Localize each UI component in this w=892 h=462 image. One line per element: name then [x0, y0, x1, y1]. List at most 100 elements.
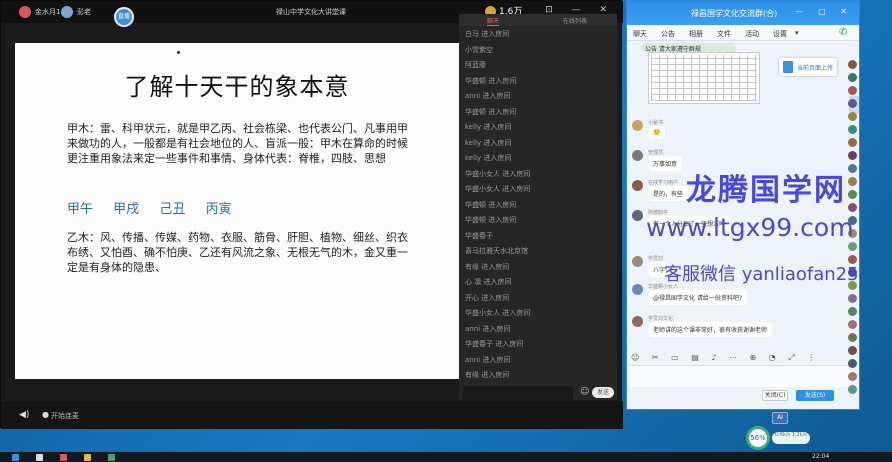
- microphone-icon[interactable]: ●: [42, 410, 49, 419]
- ganzhi-item: 丙寅: [205, 202, 232, 217]
- qq-tab-chat[interactable]: 聊天: [633, 29, 647, 39]
- chat-message: 阿蓝藤: [465, 61, 486, 69]
- chat-message: kelly 进入房间: [465, 138, 512, 147]
- chat-message: 白马 进入房间: [465, 30, 510, 38]
- qq-input-toolbar[interactable]: ☺ ✂ ▭ ▤ ♪ ⋯ ⊕ ◔ ⤢ ⋮: [631, 353, 857, 365]
- live-center-avatar[interactable]: 直播: [114, 7, 134, 27]
- member-avatar[interactable]: [848, 164, 857, 173]
- message-bubble[interactable]: 🙂: [648, 126, 666, 139]
- live-bottom-bar: ◀) ● 开始连麦: [1, 401, 623, 429]
- chat-send-button[interactable]: 发送: [592, 387, 614, 398]
- mic-connect-label[interactable]: 开始连麦: [51, 411, 79, 421]
- qq-tab-settings[interactable]: 设置: [773, 29, 787, 39]
- tab-chat[interactable]: 聊天: [487, 16, 500, 26]
- ai-button[interactable]: AI: [772, 412, 788, 424]
- host-avatar-2[interactable]: [61, 6, 73, 18]
- qq-tab-activity[interactable]: 活动: [745, 29, 759, 39]
- member-avatar[interactable]: [848, 138, 857, 147]
- qq-window-controls[interactable]: — ▢ ✕: [796, 7, 853, 16]
- member-avatar[interactable]: [848, 242, 857, 251]
- qq-send-button[interactable]: 发送(S): [796, 390, 834, 401]
- network-speed-pill: 0.6k/s 1.2k/s: [772, 432, 810, 444]
- chat-message: 开心 进入房间: [465, 293, 510, 302]
- chat-message: 喜马拉雅天水北京馆: [465, 247, 528, 255]
- tab-online-list[interactable]: 在线列表: [563, 16, 587, 25]
- watermark-url: www.ltgx99.com: [646, 213, 854, 242]
- announcement-pill[interactable]: 公告 请大家遵守群规: [641, 43, 736, 53]
- chat-message: kelly 进入房间: [465, 123, 512, 131]
- start-icon[interactable]: [12, 454, 19, 461]
- taskbar-app-icon[interactable]: [84, 454, 91, 461]
- chat-message: 华盛小女人 进入房间: [465, 169, 531, 178]
- message-bubble[interactable]: @禄昌国学文化 请给一份资料吧?: [648, 290, 748, 305]
- member-avatar[interactable]: [848, 385, 857, 394]
- speaker-icon[interactable]: ◀): [19, 410, 29, 420]
- taskbar-app-icon[interactable]: [108, 454, 115, 461]
- member-avatar[interactable]: [848, 203, 857, 212]
- chevron-down-icon[interactable]: ▾: [795, 29, 799, 37]
- member-avatar[interactable]: [848, 73, 857, 82]
- message-bubble[interactable]: 是的，有些: [648, 186, 689, 201]
- chat-message: 华盛顿 进入房间: [465, 107, 517, 116]
- message-nickname[interactable]: 管理员: [648, 149, 663, 156]
- performance-percent-badge[interactable]: 56%: [746, 426, 770, 450]
- avatar[interactable]: [632, 256, 643, 267]
- chat-input[interactable]: [463, 386, 573, 400]
- message-bubble[interactable]: 老师讲的这个课非常好，很有收获谢谢老师: [648, 322, 773, 337]
- host-avatar[interactable]: [19, 6, 31, 18]
- qq-tab-notice[interactable]: 公告: [661, 29, 675, 39]
- avatar[interactable]: [632, 150, 643, 161]
- taskbar: 22:04: [0, 452, 892, 462]
- shared-image-thumbnail[interactable]: [648, 52, 760, 104]
- slide-title: 了解十天干的象本意: [124, 73, 350, 101]
- slide-paragraph-jia: 甲木：雷、科甲状元，就是甲乙丙、社会栋梁、也代表公门、凡事用甲来做功的人，一般都…: [67, 122, 408, 165]
- avatar[interactable]: [632, 316, 643, 327]
- qq-tabs: 聊天 公告 相册 文件 活动 设置 ▾ ✆: [627, 25, 859, 41]
- chat-message: 华盛春子: [465, 231, 493, 240]
- message-nickname[interactable]: 学员刘: [648, 255, 663, 262]
- message-nickname[interactable]: 小秘书: [648, 119, 663, 126]
- ganzhi-item: 甲戌: [113, 202, 140, 217]
- qq-close-button[interactable]: 关闭(C): [762, 390, 788, 401]
- member-avatar[interactable]: [848, 86, 857, 95]
- member-avatar[interactable]: [848, 60, 857, 69]
- phone-icon[interactable]: ✆: [839, 27, 847, 38]
- taskbar-app-icon[interactable]: [60, 454, 67, 461]
- live-title: 禄山中学文化大讲堂课: [276, 8, 346, 16]
- ganzhi-item: 己丑: [159, 202, 186, 217]
- chat-message: 小雪紫空: [465, 45, 493, 54]
- emoji-icon[interactable]: ☺: [580, 387, 589, 397]
- qq-message-input[interactable]: [629, 365, 851, 387]
- qq-tab-album[interactable]: 相册: [689, 29, 703, 39]
- qq-titlebar: 禄昌国学文化交流群(合) — ▢ ✕: [627, 1, 859, 25]
- member-avatar[interactable]: [848, 99, 857, 108]
- avatar[interactable]: [632, 210, 643, 221]
- avatar[interactable]: [632, 284, 643, 295]
- lecture-slide: 了解十天干的象本意 甲木：雷、科甲状元，就是甲乙丙、社会栋梁、也代表公门、凡事用…: [15, 43, 459, 379]
- member-avatar[interactable]: [848, 333, 857, 342]
- member-avatar[interactable]: [848, 359, 857, 368]
- slide-paragraph-yi: 乙木：风、传播、传媒、药物、衣服、筋骨、肝胆、植物、细丝、织衣布绣、又怕酉、确不…: [67, 231, 408, 274]
- ganzhi-item: 甲午: [67, 202, 94, 217]
- member-avatar[interactable]: [848, 294, 857, 303]
- member-avatar[interactable]: [848, 372, 857, 381]
- member-avatar[interactable]: [848, 177, 857, 186]
- member-avatar[interactable]: [848, 151, 857, 160]
- avatar[interactable]: [632, 180, 643, 191]
- member-avatar[interactable]: [848, 307, 857, 316]
- avatar[interactable]: [632, 120, 643, 131]
- member-avatar[interactable]: [848, 190, 857, 199]
- taskbar-app-icon[interactable]: [36, 454, 43, 461]
- chat-message: anni 进入房间: [465, 324, 511, 333]
- member-avatar[interactable]: [848, 125, 857, 134]
- message-nickname[interactable]: 在线学习用户: [648, 179, 678, 186]
- file-upload-card[interactable]: 当前页面上传: [779, 58, 837, 76]
- member-avatar[interactable]: [848, 346, 857, 355]
- qq-tab-files[interactable]: 文件: [717, 29, 731, 39]
- qq-group-title: 禄昌国学文化交流群(合): [691, 9, 778, 18]
- message-nickname[interactable]: 学员刘文化: [648, 315, 673, 322]
- file-icon: [783, 61, 793, 73]
- message-bubble[interactable]: 万事如意: [648, 156, 683, 171]
- member-avatar[interactable]: [848, 320, 857, 329]
- member-avatar[interactable]: [848, 112, 857, 121]
